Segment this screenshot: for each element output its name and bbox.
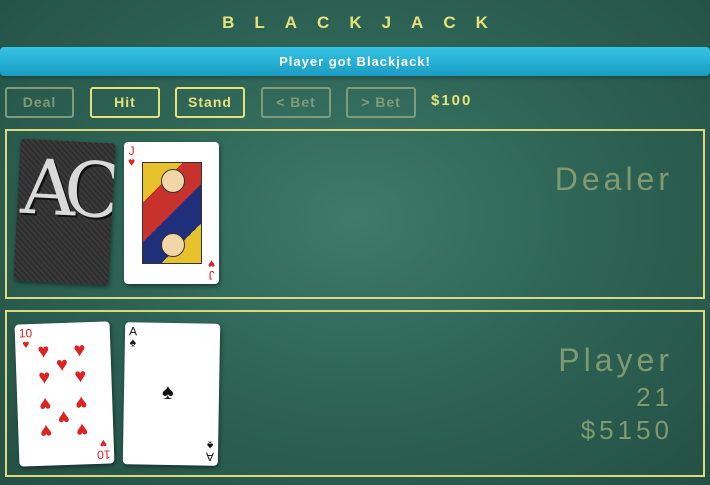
hearts-icon: ♥ xyxy=(73,339,86,362)
spades-icon: ♠ xyxy=(161,378,174,405)
player-score: 21 xyxy=(636,382,673,412)
dealer-card-face-down: AC xyxy=(13,138,116,286)
card-corner-top: 10 ♥ xyxy=(19,326,33,352)
hit-button[interactable]: Hit xyxy=(90,87,160,118)
card-corner-top: A ♠ xyxy=(129,324,137,350)
hearts-icon: ♥ xyxy=(207,257,215,271)
hearts-icon: ♥ xyxy=(57,405,71,429)
hearts-icon: ♥ xyxy=(128,155,136,169)
jack-head-top xyxy=(161,169,185,193)
dealer-area: Dealer AC J ♥ J ♥ xyxy=(5,129,705,299)
spades-icon: ♠ xyxy=(129,335,137,350)
hearts-icon: ♥ xyxy=(37,340,50,363)
card-corner-top: J ♥ xyxy=(128,145,136,169)
jack-face-art xyxy=(142,162,202,264)
hearts-icon: ♥ xyxy=(74,365,87,388)
hearts-icon: ♥ xyxy=(75,418,89,441)
player-area: Player 21 $5150 10 ♥ ♥ ♥ ♥ ♥ ♥ ♥ ♥ ♥ ♥ ♥… xyxy=(5,310,705,477)
hearts-icon: ♥ xyxy=(22,337,30,352)
jack-head-bottom xyxy=(161,233,185,257)
bet-amount: $100 xyxy=(431,92,473,109)
player-card-ten-hearts: 10 ♥ ♥ ♥ ♥ ♥ ♥ ♥ ♥ ♥ ♥ ♥ 10 ♥ xyxy=(14,321,115,467)
card-corner-bottom: J ♥ xyxy=(207,257,215,282)
game-title: BLACKJACK xyxy=(222,13,508,32)
hearts-icon: ♥ xyxy=(55,353,69,377)
dealer-card-jack-hearts: J ♥ J ♥ xyxy=(124,142,219,284)
player-card-ace-spades: A ♠ ♠ A ♠ xyxy=(122,322,221,466)
stand-button[interactable]: Stand xyxy=(175,87,245,118)
card-corner-bottom: 10 ♥ xyxy=(96,437,111,462)
increase-bet-button[interactable]: > Bet xyxy=(346,87,416,118)
decrease-bet-button[interactable]: < Bet xyxy=(261,87,331,118)
card-back-logo: AC xyxy=(18,141,113,236)
hearts-icon: ♥ xyxy=(38,366,51,389)
deal-button[interactable]: Deal xyxy=(5,87,74,118)
dealer-label: Dealer xyxy=(554,161,673,197)
player-label: Player xyxy=(558,342,673,378)
status-banner: Player got Blackjack! xyxy=(0,47,710,76)
card-corner-bottom: A ♠ xyxy=(206,438,214,464)
hearts-icon: ♥ xyxy=(39,419,53,442)
hearts-icon: ♥ xyxy=(74,391,88,414)
player-bankroll: $5150 xyxy=(580,415,673,445)
spades-icon: ♠ xyxy=(206,438,214,453)
hearts-icon: ♥ xyxy=(38,392,52,415)
